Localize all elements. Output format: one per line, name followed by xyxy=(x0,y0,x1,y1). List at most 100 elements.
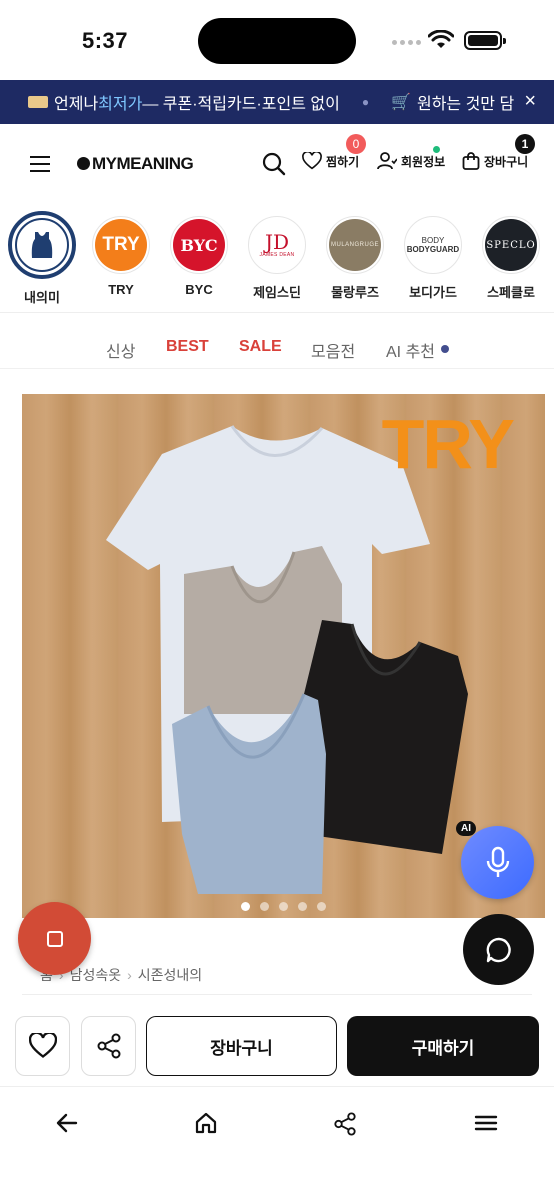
tab-new[interactable]: 신상 xyxy=(106,338,135,362)
brand-logo: BODY BODYGUARD xyxy=(404,216,462,274)
brand-logo: MULANGRUGE xyxy=(326,216,384,274)
brand-name: 내의미 xyxy=(24,290,60,305)
promo-text-pre: 언제나 xyxy=(54,96,99,113)
tab-ai-recommend[interactable]: AI 추천 xyxy=(386,338,435,362)
brand-item-speclo[interactable]: SPECLO 스페클로 xyxy=(471,216,551,301)
brand-logo-subtext: BODYGUARD xyxy=(406,245,460,254)
promo-text-accent: 최저가 xyxy=(98,96,143,113)
brand-logo: SPECLO xyxy=(482,216,540,274)
tab-best[interactable]: BEST xyxy=(166,338,209,356)
status-bar: 5:37 xyxy=(0,0,554,80)
divider xyxy=(0,368,554,369)
chat-bubble-icon xyxy=(486,937,511,962)
brand-logo xyxy=(8,211,76,279)
brand-logo: TRY xyxy=(92,216,150,274)
brand-name: TRY xyxy=(108,282,134,297)
floating-square-button[interactable] xyxy=(18,902,91,975)
tab-sale[interactable]: SALE xyxy=(239,338,282,356)
dynamic-island xyxy=(198,18,356,64)
carousel-dot[interactable] xyxy=(241,902,250,911)
brand-name: 보디가드 xyxy=(409,285,457,300)
brand-overlay-text: TRY xyxy=(381,405,515,483)
account-label: 회원정보 xyxy=(401,154,446,169)
brand-name: 제임스딘 xyxy=(253,285,301,300)
divider xyxy=(0,312,554,313)
site-logo[interactable]: MYMEANING xyxy=(77,154,194,174)
square-icon xyxy=(46,930,63,947)
brand-logo: BYC xyxy=(170,216,228,274)
status-time: 5:37 xyxy=(82,28,129,53)
menu-icon[interactable] xyxy=(474,1111,498,1135)
product-image-carousel[interactable]: TRY xyxy=(22,394,545,918)
ticket-icon xyxy=(28,96,48,108)
category-tabs: 신상 BEST SALE 모음전 AI 추천 xyxy=(0,326,554,370)
battery-icon xyxy=(464,31,506,50)
buy-now-button[interactable]: 구매하기 xyxy=(347,1016,539,1076)
breadcrumb-item[interactable]: 남성속옷 xyxy=(70,967,122,983)
share-icon[interactable] xyxy=(333,1111,357,1137)
carousel-dots xyxy=(22,898,545,916)
microphone-icon xyxy=(486,846,509,877)
brand-item-naeuimi[interactable]: 내의미 xyxy=(2,211,82,306)
account-button[interactable]: 회원정보 xyxy=(377,152,445,170)
brand-name: 스페클로 xyxy=(487,285,535,300)
logo-text: MYMEANING xyxy=(92,154,194,173)
brand-name: BYC xyxy=(185,282,213,297)
purchase-action-bar: 장바구니 구매하기 xyxy=(0,1004,554,1088)
logo-mark-icon xyxy=(77,157,90,170)
wishlist-label: 찜하기 xyxy=(326,154,360,169)
brand-logo-text: MULANGRUGE xyxy=(329,219,381,271)
tab-new-indicator xyxy=(441,345,449,353)
brand-row: 내의미 TRY TRY BYC BYC JD JAMES DEAN 제임스딘 M… xyxy=(0,208,554,312)
tank-top-icon xyxy=(31,232,53,258)
app-header: MYMEANING 찜하기 0 회원정보 장바구니 1 xyxy=(0,124,554,206)
carousel-dot[interactable] xyxy=(279,902,288,911)
cart-label: 장바구니 xyxy=(484,154,529,169)
menu-icon[interactable] xyxy=(30,156,50,172)
wishlist-heart-button[interactable] xyxy=(15,1016,70,1076)
home-icon[interactable] xyxy=(194,1111,218,1135)
share-icon xyxy=(97,1033,120,1059)
brand-item-try[interactable]: TRY TRY xyxy=(81,216,161,297)
share-button[interactable] xyxy=(81,1016,136,1076)
brand-item-mulangruge[interactable]: MULANGRUGE 물랑루즈 xyxy=(315,216,395,301)
heart-icon xyxy=(302,152,322,170)
brand-item-byc[interactable]: BYC BYC xyxy=(159,216,239,297)
wishlist-button[interactable]: 찜하기 xyxy=(302,152,359,170)
user-icon xyxy=(377,152,397,170)
add-to-cart-button[interactable]: 장바구니 xyxy=(146,1016,337,1076)
promo-banner[interactable]: 언제나 최저가 — 쿠폰·적립카드·포인트 없이 ● 🛒 원하는 것만 담 × xyxy=(0,80,554,124)
ai-voice-button[interactable] xyxy=(461,826,534,899)
search-icon[interactable] xyxy=(262,152,286,176)
account-status-dot xyxy=(433,146,440,153)
wifi-icon xyxy=(428,30,454,48)
promo-text-next: 원하는 것만 담 xyxy=(416,96,515,113)
brand-logo: JD JAMES DEAN xyxy=(248,216,306,274)
cart-icon: 🛒 xyxy=(391,94,411,111)
cart-button[interactable]: 장바구니 xyxy=(462,152,528,170)
carousel-dot[interactable] xyxy=(260,902,269,911)
close-icon[interactable]: × xyxy=(518,90,536,113)
cart-count-badge: 1 xyxy=(515,134,535,154)
brand-name: 물랑루즈 xyxy=(331,285,379,300)
tab-collection[interactable]: 모음전 xyxy=(311,338,355,362)
carousel-dot[interactable] xyxy=(298,902,307,911)
brand-item-bodyguard[interactable]: BODY BODYGUARD 보디가드 xyxy=(393,216,473,301)
brand-logo-text: JD xyxy=(264,230,290,254)
brand-logo-text: SPECLO xyxy=(485,219,537,271)
wishlist-count-badge: 0 xyxy=(346,134,366,154)
chat-button[interactable] xyxy=(463,914,534,985)
breadcrumb-item[interactable]: 시존성내의 xyxy=(138,967,202,983)
bag-icon xyxy=(462,152,480,170)
ai-badge: AI xyxy=(456,821,476,836)
back-arrow-icon[interactable] xyxy=(55,1111,79,1135)
chevron-right-icon: › xyxy=(127,967,132,983)
heart-icon xyxy=(28,1033,57,1058)
brand-logo-subtext: JAMES DEAN xyxy=(259,252,295,258)
promo-separator: ● xyxy=(361,95,370,109)
browser-bottom-nav xyxy=(0,1086,554,1200)
brand-item-james-dean[interactable]: JD JAMES DEAN 제임스딘 xyxy=(237,216,317,301)
promo-text-post: — 쿠폰·적립카드·포인트 없이 xyxy=(142,96,340,113)
carousel-dot[interactable] xyxy=(317,902,326,911)
brand-logo-text: TRY xyxy=(95,219,147,271)
